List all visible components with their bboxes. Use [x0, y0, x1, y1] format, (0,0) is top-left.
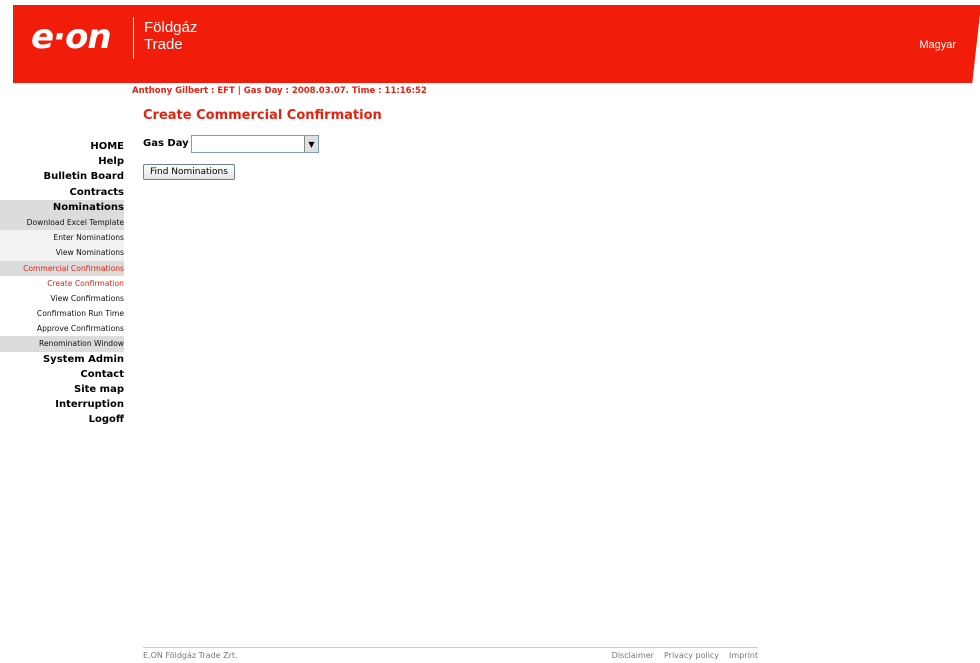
- nav-enter-nominations[interactable]: Enter Nominations: [0, 230, 124, 246]
- user-status-line: Anthony Gilbert : EFT | Gas Day : 2008.0…: [132, 86, 427, 96]
- language-link[interactable]: Magyar: [919, 39, 956, 51]
- nav-renomination-window[interactable]: Renomination Window: [0, 336, 124, 352]
- nav-confirmation-run-time[interactable]: Confirmation Run Time: [0, 306, 124, 322]
- nav-interruption[interactable]: Interruption: [0, 397, 124, 412]
- nav-commercial-confirmations[interactable]: Commercial Confirmations: [0, 260, 124, 276]
- nav-bulletin-board[interactable]: Bulletin Board: [0, 169, 124, 184]
- nav-view-nominations[interactable]: View Nominations: [0, 245, 124, 261]
- nav-system-admin[interactable]: System Admin: [0, 352, 124, 367]
- gas-day-select[interactable]: ▼: [191, 135, 319, 153]
- find-nominations-button[interactable]: Find Nominations: [143, 164, 235, 180]
- nav-view-confirmations[interactable]: View Confirmations: [0, 290, 124, 307]
- left-navigation: HOME Help Bulletin Board Contracts Nomin…: [0, 139, 124, 428]
- nav-download-excel-template[interactable]: Download Excel Template: [0, 214, 124, 231]
- nav-help[interactable]: Help: [0, 154, 124, 169]
- nav-nominations[interactable]: Nominations: [0, 199, 124, 215]
- footer-privacy-link[interactable]: Privacy policy: [664, 651, 719, 660]
- gas-day-label: Gas Day: [143, 138, 189, 149]
- nav-site-map[interactable]: Site map: [0, 382, 124, 397]
- footer-disclaimer-link[interactable]: Disclaimer: [612, 651, 654, 660]
- footer-company: E.ON Földgáz Trade Zrt.: [143, 651, 238, 660]
- nav-approve-confirmations[interactable]: Approve Confirmations: [0, 321, 124, 337]
- page-title: Create Commercial Confirmation: [143, 108, 382, 123]
- nav-contact[interactable]: Contact: [0, 367, 124, 382]
- nav-contracts[interactable]: Contracts: [0, 185, 124, 200]
- logo-separator: [133, 17, 134, 59]
- footer-imprint-link[interactable]: Imprint: [729, 651, 758, 660]
- footer-divider: [143, 647, 758, 648]
- brand-name: Földgáz Trade: [144, 19, 197, 53]
- brand-line-1: Földgáz: [144, 19, 198, 36]
- nav-create-confirmation[interactable]: Create Confirmation: [0, 275, 124, 291]
- dropdown-arrow-icon[interactable]: ▼: [304, 136, 318, 152]
- nav-logoff[interactable]: Logoff: [0, 412, 124, 427]
- header-banner: e·on Földgáz Trade Magyar: [13, 5, 980, 83]
- brand-line-2: Trade: [144, 36, 183, 53]
- footer-links: Disclaimer Privacy policy Imprint: [612, 651, 758, 660]
- nav-home[interactable]: HOME: [0, 139, 124, 154]
- eon-logo: e·on: [31, 17, 112, 57]
